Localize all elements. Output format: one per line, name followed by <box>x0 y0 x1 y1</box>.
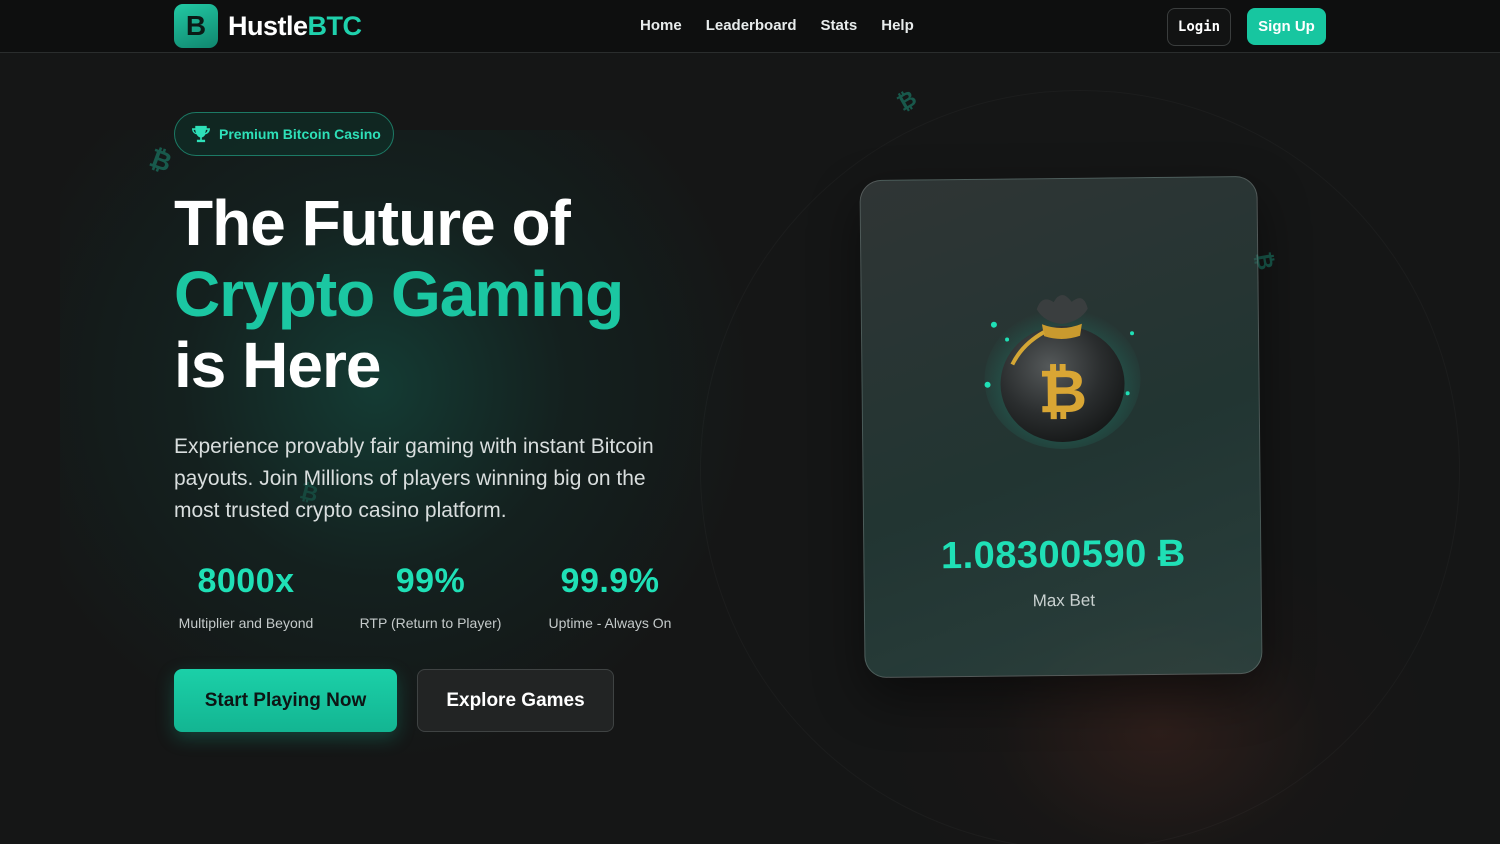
nav-link-home[interactable]: Home <box>640 17 682 34</box>
stat-label: Uptime - Always On <box>548 615 672 631</box>
nav-link-leaderboard[interactable]: Leaderboard <box>706 17 797 34</box>
hero-description: Experience provably fair gaming with ins… <box>174 435 654 522</box>
nav-link-help[interactable]: Help <box>881 17 914 34</box>
headline-line-1: The Future of <box>174 187 571 259</box>
headline-line-3: is Here <box>174 329 381 401</box>
stat-label: Multiplier and Beyond <box>178 615 314 631</box>
floating-coin-icon: ₿ <box>145 142 176 178</box>
svg-text:₿: ₿ <box>1038 357 1088 428</box>
signup-button[interactable]: Sign Up <box>1247 8 1326 45</box>
hero-headline: The Future of Crypto Gaming is Here <box>174 187 624 401</box>
login-button[interactable]: Login <box>1167 8 1231 46</box>
logo-text-main: Hustle <box>228 10 308 41</box>
stat-value: 8000x <box>197 562 295 600</box>
stat-multiplier: 8000x Multiplier and Beyond <box>174 562 318 631</box>
explore-games-button[interactable]: Explore Games <box>417 669 614 732</box>
premium-badge: Premium Bitcoin Casino <box>174 112 394 156</box>
stat-label: RTP (Return to Player) <box>359 615 502 631</box>
logo-wordmark: HustleBTC <box>228 11 362 42</box>
max-bet-card: ₿ 1.08300590 Ƀ Max Bet <box>859 175 1263 679</box>
start-playing-button[interactable]: Start Playing Now <box>174 669 397 732</box>
logo-badge-icon: B <box>174 4 218 48</box>
nav-links: Home Leaderboard Stats Help <box>640 17 914 34</box>
bitcoin-bag-icon: ₿ <box>981 273 1143 450</box>
stat-value: 99.9% <box>560 562 660 600</box>
stat-uptime: 99.9% Uptime - Always On <box>543 562 677 631</box>
trophy-icon <box>192 125 210 143</box>
logo[interactable]: B HustleBTC <box>174 4 362 48</box>
stat-value: 99% <box>395 562 466 600</box>
premium-badge-label: Premium Bitcoin Casino <box>219 126 381 142</box>
max-bet-amount: 1.08300590 Ƀ <box>940 532 1186 578</box>
nav-link-stats[interactable]: Stats <box>821 17 858 34</box>
stat-rtp: 99% RTP (Return to Player) <box>357 562 504 631</box>
max-bet-label: Max Bet <box>1032 590 1096 611</box>
logo-text-accent: BTC <box>307 10 363 41</box>
headline-line-2: Crypto Gaming <box>174 258 624 330</box>
floating-coin-icon: ₿ <box>892 85 921 116</box>
top-navbar: B HustleBTC Home Leaderboard Stats Help … <box>0 0 1500 53</box>
